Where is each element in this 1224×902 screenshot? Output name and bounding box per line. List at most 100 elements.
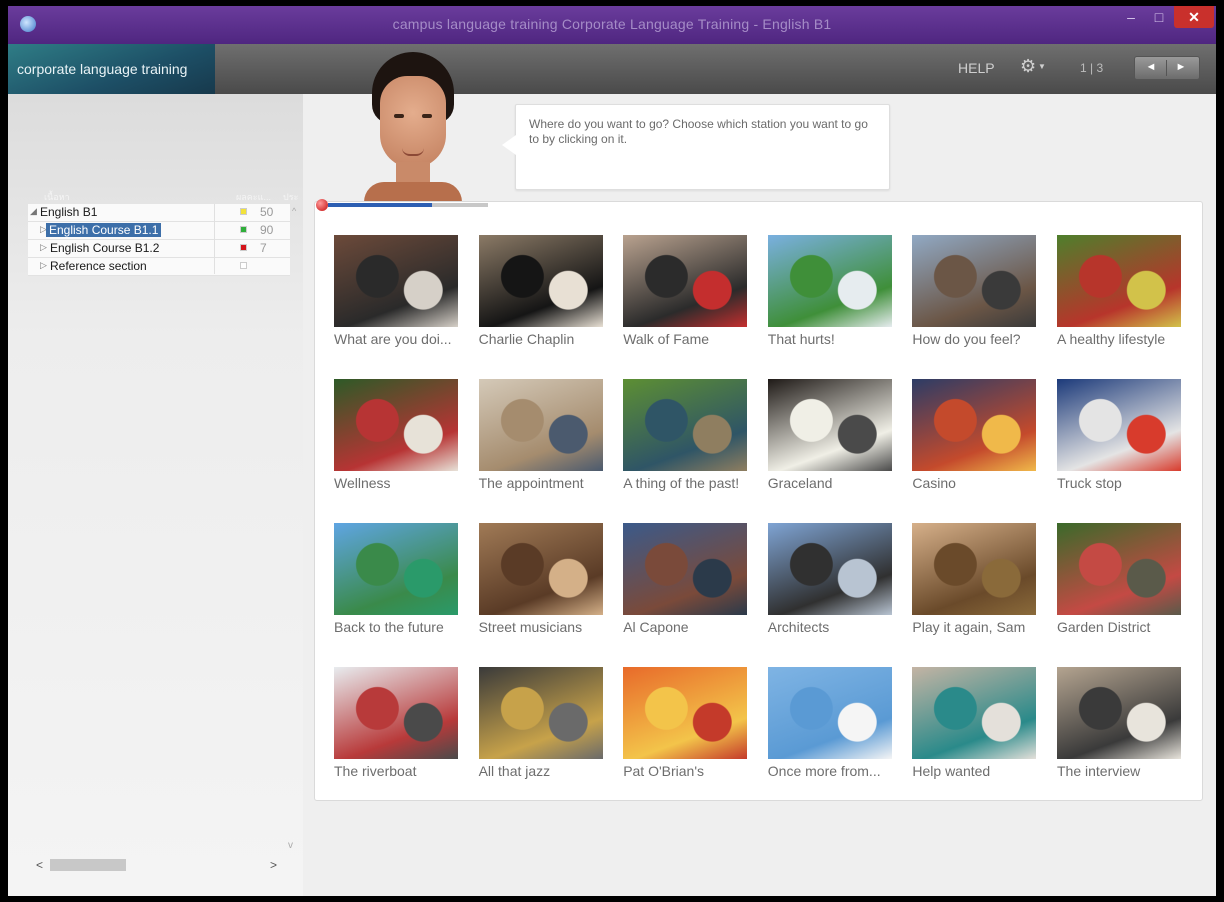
station-tile[interactable]: Truck stop (1056, 379, 1184, 509)
station-thumbnail[interactable] (623, 235, 748, 327)
station-label[interactable]: That hurts! (768, 331, 908, 347)
station-thumbnail[interactable] (912, 379, 1037, 471)
station-label[interactable]: Street musicians (479, 619, 619, 635)
column-header-score[interactable]: ผลคะแ... (236, 190, 271, 204)
station-tile[interactable]: Architects (767, 523, 895, 653)
gear-icon[interactable]: ⚙ (1020, 56, 1036, 77)
station-thumbnail[interactable] (1057, 523, 1181, 615)
tree-item-label[interactable]: English Course B1.2 (50, 241, 159, 255)
station-tile[interactable]: Al Capone (622, 523, 750, 653)
station-thumbnail[interactable] (1057, 379, 1181, 471)
maximize-button[interactable]: □ (1148, 6, 1170, 28)
expand-arrow-icon[interactable]: ▷ (40, 260, 47, 271)
column-header-content[interactable]: เนื้อหา (44, 190, 70, 204)
scroll-left-button[interactable]: < (36, 858, 43, 872)
tree-item-label[interactable]: English Course B1.1 (46, 223, 162, 237)
previous-page-button[interactable]: ◄ (1139, 61, 1163, 73)
station-thumbnail[interactable] (623, 379, 748, 471)
help-link[interactable]: HELP (958, 60, 995, 76)
expand-arrow-icon[interactable]: ▷ (40, 242, 47, 253)
tree-item-course-b1-1[interactable]: ▷ English Course B1.1 90 (28, 222, 288, 238)
station-thumbnail[interactable] (767, 379, 892, 471)
station-label[interactable]: Casino (912, 475, 1052, 491)
station-tile[interactable]: Garden District (1056, 523, 1184, 653)
station-tile[interactable]: Casino (911, 379, 1039, 509)
scroll-up-button[interactable]: ^ (292, 206, 296, 216)
station-thumbnail[interactable] (478, 235, 603, 327)
station-tile[interactable]: That hurts! (767, 235, 895, 365)
expand-arrow-icon[interactable]: ◢ (30, 206, 37, 217)
tree-item-label[interactable]: English B1 (40, 205, 97, 219)
scroll-thumb[interactable] (50, 859, 126, 871)
station-tile[interactable]: Help wanted (911, 667, 1039, 797)
station-tile[interactable]: How do you feel? (911, 235, 1039, 365)
station-tile[interactable]: The interview (1056, 667, 1184, 797)
station-tile[interactable]: Street musicians (478, 523, 606, 653)
column-header-extra[interactable]: ประ (283, 190, 298, 204)
station-label[interactable]: A thing of the past! (623, 475, 763, 491)
station-tile[interactable]: A thing of the past! (622, 379, 750, 509)
station-thumbnail[interactable] (767, 667, 892, 759)
station-thumbnail[interactable] (334, 667, 458, 759)
horizontal-scrollbar[interactable]: < > (30, 856, 288, 874)
station-tile[interactable]: The appointment (478, 379, 606, 509)
station-tile[interactable]: What are you doi... (333, 235, 461, 365)
station-label[interactable]: Architects (768, 619, 908, 635)
station-thumbnail[interactable] (334, 379, 458, 471)
station-label[interactable]: Charlie Chaplin (479, 331, 619, 347)
station-label[interactable]: Wellness (334, 475, 474, 491)
station-tile[interactable]: The riverboat (333, 667, 461, 797)
station-thumbnail[interactable] (478, 667, 603, 759)
station-thumbnail[interactable] (1057, 235, 1181, 327)
station-label[interactable]: What are you doi... (334, 331, 474, 347)
station-tile[interactable]: Play it again, Sam (911, 523, 1039, 653)
station-tile[interactable]: Once more from... (767, 667, 895, 797)
station-thumbnail[interactable] (912, 523, 1037, 615)
station-label[interactable]: Truck stop (1057, 475, 1197, 491)
minimize-button[interactable]: – (1120, 6, 1142, 28)
station-label[interactable]: Garden District (1057, 619, 1197, 635)
station-thumbnail[interactable] (767, 523, 892, 615)
scroll-down-button[interactable]: v (288, 840, 293, 851)
station-tile[interactable]: Charlie Chaplin (478, 235, 606, 365)
station-thumbnail[interactable] (334, 235, 458, 327)
station-thumbnail[interactable] (912, 235, 1037, 327)
station-thumbnail[interactable] (478, 379, 603, 471)
station-thumbnail[interactable] (623, 523, 748, 615)
station-thumbnail[interactable] (334, 523, 458, 615)
station-label[interactable]: Al Capone (623, 619, 763, 635)
tree-item-course-b1-2[interactable]: ▷ English Course B1.2 7 (28, 240, 288, 256)
tree-item-reference[interactable]: ▷ Reference section (28, 258, 288, 274)
chevron-down-icon[interactable]: ▼ (1038, 62, 1046, 71)
station-label[interactable]: The appointment (479, 475, 619, 491)
next-page-button[interactable]: ► (1169, 61, 1193, 73)
scroll-right-button[interactable]: > (270, 858, 277, 872)
station-thumbnail[interactable] (623, 667, 748, 759)
station-label[interactable]: Once more from... (768, 763, 908, 779)
station-label[interactable]: Back to the future (334, 619, 474, 635)
station-tile[interactable]: Wellness (333, 379, 461, 509)
station-label[interactable]: Pat O'Brian's (623, 763, 763, 779)
station-thumbnail[interactable] (1057, 667, 1181, 759)
station-label[interactable]: Help wanted (912, 763, 1052, 779)
tree-item-label[interactable]: Reference section (50, 259, 147, 273)
station-label[interactable]: The riverboat (334, 763, 474, 779)
station-label[interactable]: Graceland (768, 475, 908, 491)
station-label[interactable]: Walk of Fame (623, 331, 763, 347)
station-label[interactable]: All that jazz (479, 763, 619, 779)
station-tile[interactable]: Walk of Fame (622, 235, 750, 365)
station-thumbnail[interactable] (912, 667, 1037, 759)
station-thumbnail[interactable] (767, 235, 892, 327)
station-tile[interactable]: A healthy lifestyle (1056, 235, 1184, 365)
station-label[interactable]: A healthy lifestyle (1057, 331, 1197, 347)
station-tile[interactable]: Pat O'Brian's (622, 667, 750, 797)
station-tile[interactable]: All that jazz (478, 667, 606, 797)
station-label[interactable]: How do you feel? (912, 331, 1052, 347)
tree-item-english-b1[interactable]: ◢ English B1 50 (28, 204, 288, 220)
station-label[interactable]: Play it again, Sam (912, 619, 1052, 635)
station-label[interactable]: The interview (1057, 763, 1197, 779)
close-button[interactable]: ✕ (1174, 6, 1214, 28)
station-tile[interactable]: Graceland (767, 379, 895, 509)
station-thumbnail[interactable] (478, 523, 603, 615)
station-tile[interactable]: Back to the future (333, 523, 461, 653)
